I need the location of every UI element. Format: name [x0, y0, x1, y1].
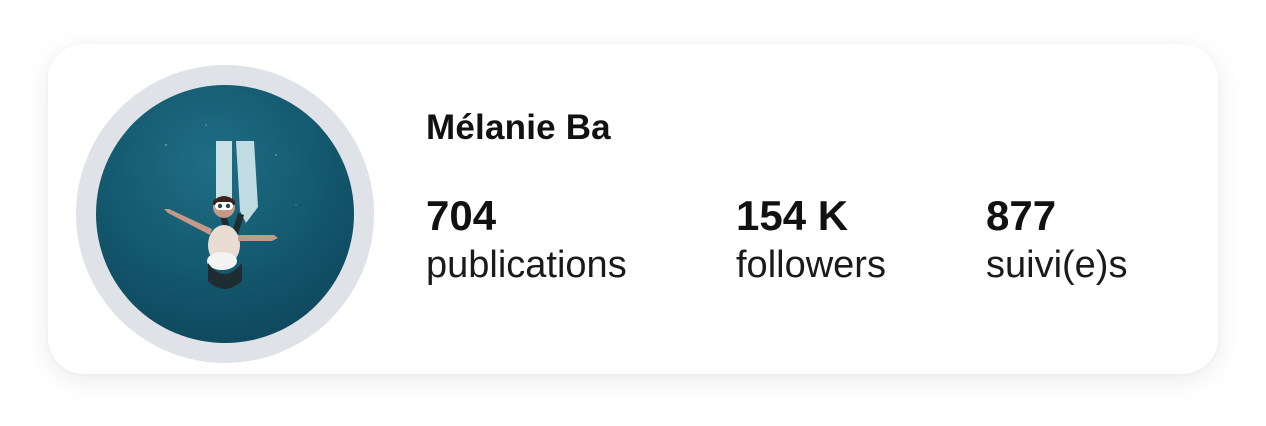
- stat-publications-label: publications: [426, 244, 627, 286]
- stat-followers[interactable]: 154 K followers: [736, 192, 886, 290]
- stat-following-label: suivi(e)s: [986, 244, 1128, 286]
- profile-name: Mélanie Ba: [426, 108, 611, 147]
- stat-followers-label: followers: [736, 244, 886, 286]
- stat-publications[interactable]: 704 publications: [426, 192, 627, 290]
- stat-following-value: 877: [986, 192, 1057, 239]
- stat-publications-value: 704: [426, 192, 497, 239]
- stat-followers-value: 154 K: [736, 192, 849, 239]
- avatar[interactable]: [96, 85, 354, 343]
- avatar-photo: [164, 124, 297, 289]
- stat-following[interactable]: 877 suivi(e)s: [986, 192, 1127, 290]
- profile-card: Mélanie Ba 704 publications 154 K follow…: [48, 44, 1218, 374]
